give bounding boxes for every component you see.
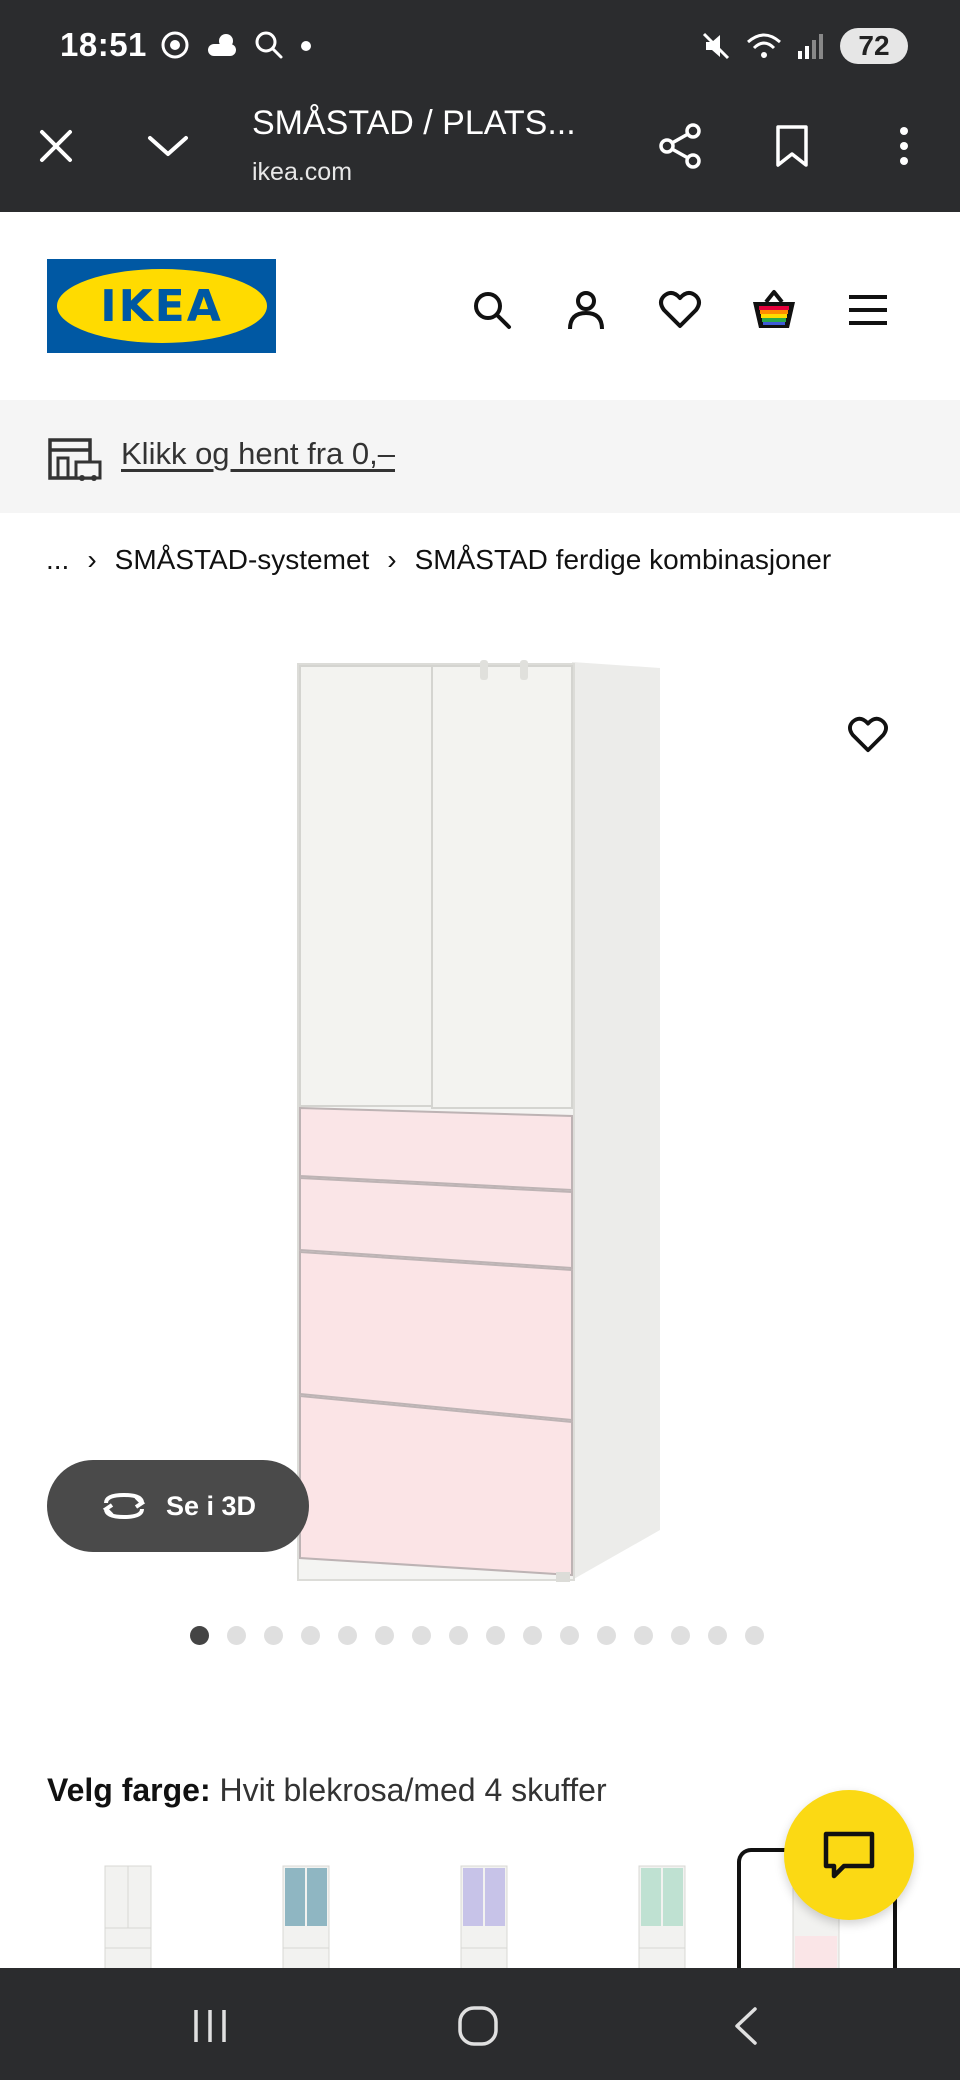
cart-button[interactable] — [746, 282, 802, 338]
pagination-dot[interactable] — [301, 1626, 320, 1645]
chevron-down-icon — [148, 136, 188, 156]
breadcrumb-smastad-combinations[interactable]: SMÅSTAD ferdige kombinasjoner — [415, 544, 832, 576]
see-in-3d-label: Se i 3D — [165, 1490, 257, 1521]
pagination-dot[interactable] — [449, 1626, 468, 1645]
search-icon — [255, 31, 283, 59]
hamburger-icon — [849, 295, 887, 325]
swatch-blue-image — [282, 1865, 330, 1968]
pagination-dot[interactable] — [338, 1626, 357, 1645]
wardrobe-product-image — [297, 660, 660, 1582]
pagination-dot[interactable] — [597, 1626, 616, 1645]
recent-apps-icon — [194, 2010, 226, 2042]
swatch-lilac-image — [460, 1865, 508, 1968]
rotate-3d-icon — [102, 1492, 146, 1520]
image-pagination — [190, 1626, 764, 1645]
pagination-dot[interactable] — [745, 1626, 764, 1645]
status-right: 72 — [700, 28, 908, 64]
home-button[interactable] — [448, 1996, 508, 2056]
pagination-dot[interactable] — [375, 1626, 394, 1645]
bookmark-icon — [776, 125, 808, 167]
logo-oval: IKEA — [56, 269, 267, 343]
ikea-logo[interactable]: IKEA — [47, 259, 276, 353]
chevron-right-icon: › — [387, 544, 397, 575]
swatch-lilac[interactable] — [403, 1848, 563, 1968]
pagination-dot[interactable] — [486, 1626, 505, 1645]
close-tab-button[interactable] — [24, 114, 88, 178]
favourites-button[interactable] — [652, 282, 708, 338]
product-image-gallery[interactable] — [0, 620, 960, 1600]
logo-text: IKEA — [100, 280, 223, 332]
add-to-favourites-button[interactable] — [838, 705, 898, 765]
swatch-mint[interactable] — [581, 1848, 741, 1968]
site-header: IKEA — [0, 212, 960, 400]
pagination-dot[interactable] — [264, 1626, 283, 1645]
weather-icon — [208, 34, 236, 56]
pagination-dot[interactable] — [523, 1626, 542, 1645]
battery-icon: 72 — [840, 28, 908, 64]
click-collect-link[interactable]: Klikk og hent fra 0,– — [121, 436, 395, 472]
breadcrumb-ellipsis[interactable]: ... — [46, 544, 69, 576]
chat-icon — [823, 1831, 875, 1879]
page-title: SMÅSTAD / PLATS... — [252, 104, 576, 142]
wifi-icon — [747, 33, 781, 58]
click-collect-banner: Klikk og hent fra 0,– — [0, 400, 960, 513]
color-value: Hvit blekrosa/med 4 skuffer — [219, 1772, 607, 1808]
more-vertical-icon — [900, 127, 908, 165]
chevron-right-icon: › — [87, 544, 97, 575]
back-icon — [735, 2007, 757, 2045]
recent-apps-button[interactable] — [180, 1996, 240, 2056]
color-selection-text: Velg farge: Hvit blekrosa/med 4 skuffer — [47, 1772, 607, 1809]
pagination-dot[interactable] — [560, 1626, 579, 1645]
back-button[interactable] — [716, 1996, 776, 2056]
heart-icon — [659, 291, 701, 328]
swatch-white[interactable] — [47, 1848, 207, 1968]
chat-button[interactable] — [784, 1790, 914, 1920]
status-left-icons — [160, 30, 314, 60]
color-label: Velg farge: — [47, 1772, 211, 1808]
pagination-dot[interactable] — [671, 1626, 690, 1645]
swatch-white-image — [104, 1865, 152, 1968]
breadcrumb-smastad-system[interactable]: SMÅSTAD-systemet — [115, 544, 370, 576]
chrome-icon — [161, 31, 189, 59]
status-time: 18:51 — [60, 26, 147, 63]
pagination-dot[interactable] — [412, 1626, 431, 1645]
pagination-dot[interactable] — [634, 1626, 653, 1645]
home-icon — [458, 2006, 498, 2046]
swatch-blue[interactable] — [225, 1848, 385, 1968]
pagination-dot[interactable] — [708, 1626, 727, 1645]
pagination-dot[interactable] — [227, 1626, 246, 1645]
browser-chrome: 18:51 72 SMÅSTAD / PLATS... ikea.com — [0, 0, 960, 212]
swatch-mint-image — [638, 1865, 686, 1968]
shopping-bag-icon — [753, 290, 795, 328]
more-options-button[interactable] — [872, 114, 936, 178]
system-navigation-bar — [0, 1968, 960, 2080]
bookmark-button[interactable] — [760, 114, 824, 178]
see-in-3d-button[interactable]: Se i 3D — [47, 1460, 309, 1552]
search-icon — [474, 292, 511, 329]
menu-button[interactable] — [840, 282, 896, 338]
close-icon — [40, 130, 72, 162]
pagination-dot[interactable] — [190, 1626, 209, 1645]
page-domain: ikea.com — [252, 158, 353, 186]
heart-icon — [848, 716, 888, 753]
share-button[interactable] — [648, 114, 712, 178]
search-button[interactable] — [464, 282, 520, 338]
user-icon — [568, 291, 604, 330]
signal-icon — [798, 34, 823, 59]
mute-icon — [702, 32, 730, 60]
account-button[interactable] — [558, 282, 614, 338]
minimize-button[interactable] — [136, 114, 200, 178]
breadcrumb: ... › SMÅSTAD-systemet › SMÅSTAD ferdige… — [46, 544, 831, 576]
notification-dot-icon — [301, 41, 311, 51]
store-icon — [48, 438, 102, 481]
share-icon — [659, 123, 701, 169]
